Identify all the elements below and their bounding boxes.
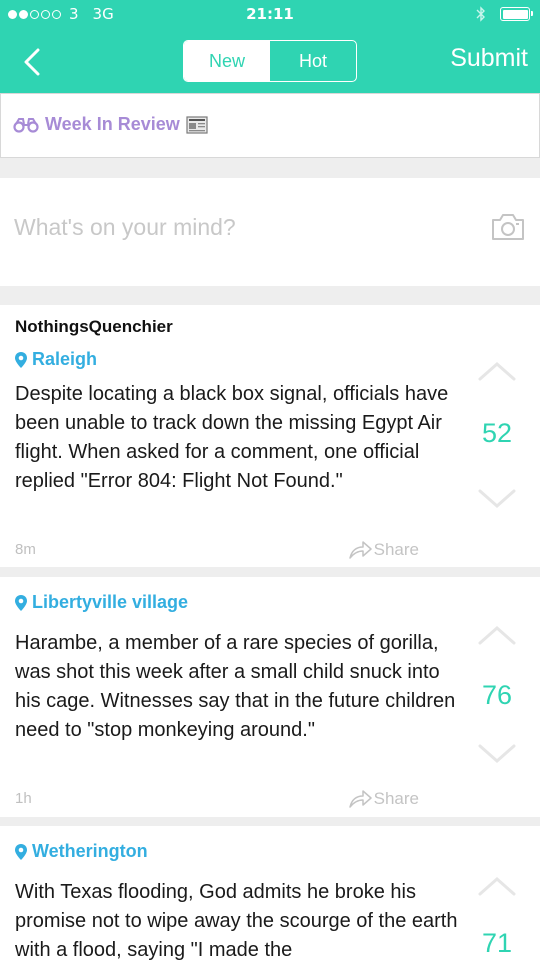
- post-location-label: Libertyville village: [32, 592, 189, 612]
- vote-count: 52: [481, 418, 513, 448]
- post-timestamp: 1h: [15, 790, 32, 807]
- share-arrow-icon: [348, 790, 372, 808]
- downvote-button[interactable]: [475, 485, 519, 513]
- submit-button[interactable]: Submit: [450, 44, 528, 73]
- battery-icon: [500, 7, 533, 21]
- composer-input[interactable]: [14, 214, 454, 241]
- chevron-down-icon: [478, 489, 516, 509]
- share-button[interactable]: Share: [348, 789, 419, 809]
- chevron-up-icon: [478, 876, 516, 896]
- post-location: Raleigh: [14, 349, 97, 370]
- post-card[interactable]: Libertyville village Harambe, a member o…: [0, 577, 540, 817]
- post-text: Despite locating a black box signal, off…: [15, 383, 449, 492]
- bluetooth-icon: [476, 6, 485, 22]
- share-arrow-icon: [348, 541, 372, 559]
- week-in-review-banner[interactable]: Week In Review: [0, 93, 540, 158]
- upvote-button[interactable]: [475, 621, 519, 649]
- nav-bar: New Hot Submit: [0, 28, 540, 93]
- vote-count: 71: [481, 928, 513, 958]
- binoculars-icon: [13, 117, 39, 133]
- chevron-down-icon: [478, 744, 516, 764]
- share-label: Share: [373, 789, 419, 808]
- upvote-button[interactable]: [475, 872, 519, 900]
- composer: [0, 178, 540, 286]
- share-button[interactable]: Share: [348, 540, 419, 560]
- share-label: Share: [373, 540, 419, 559]
- back-button[interactable]: [12, 42, 52, 82]
- newspaper-icon: [186, 115, 208, 134]
- vote-count: 76: [481, 680, 513, 710]
- post-location-label: Wetherington: [32, 841, 148, 861]
- post-location: Wetherington: [14, 841, 148, 862]
- upvote-button[interactable]: [475, 357, 519, 385]
- camera-button[interactable]: [490, 212, 526, 246]
- status-bar: 3 3G 21:11: [0, 0, 540, 28]
- tab-hot[interactable]: Hot: [270, 41, 356, 81]
- location-pin-icon: [15, 843, 27, 860]
- post-location-label: Raleigh: [32, 349, 98, 369]
- week-in-review-label: Week In Review: [45, 114, 180, 134]
- tab-new[interactable]: New: [184, 41, 270, 81]
- post-text: Harambe, a member of a rare species of g…: [15, 632, 456, 741]
- clock: 21:11: [246, 5, 294, 23]
- post-card[interactable]: Wetherington With Texas flooding, God ad…: [0, 826, 540, 960]
- post-text: With Texas flooding, God admits he broke…: [15, 881, 458, 960]
- camera-icon: [492, 214, 524, 240]
- feed-segmented-control: New Hot: [183, 40, 357, 82]
- chevron-up-icon: [478, 625, 516, 645]
- post-author: NothingsQuenchier: [15, 317, 173, 336]
- location-pin-icon: [15, 594, 27, 611]
- post-card[interactable]: NothingsQuenchier Raleigh Despite locati…: [0, 305, 540, 567]
- location-pin-icon: [15, 351, 27, 368]
- downvote-button[interactable]: [475, 740, 519, 768]
- post-timestamp: 8m: [15, 541, 36, 558]
- chevron-up-icon: [478, 361, 516, 381]
- post-location: Libertyville village: [14, 592, 188, 613]
- chevron-left-icon: [24, 48, 40, 76]
